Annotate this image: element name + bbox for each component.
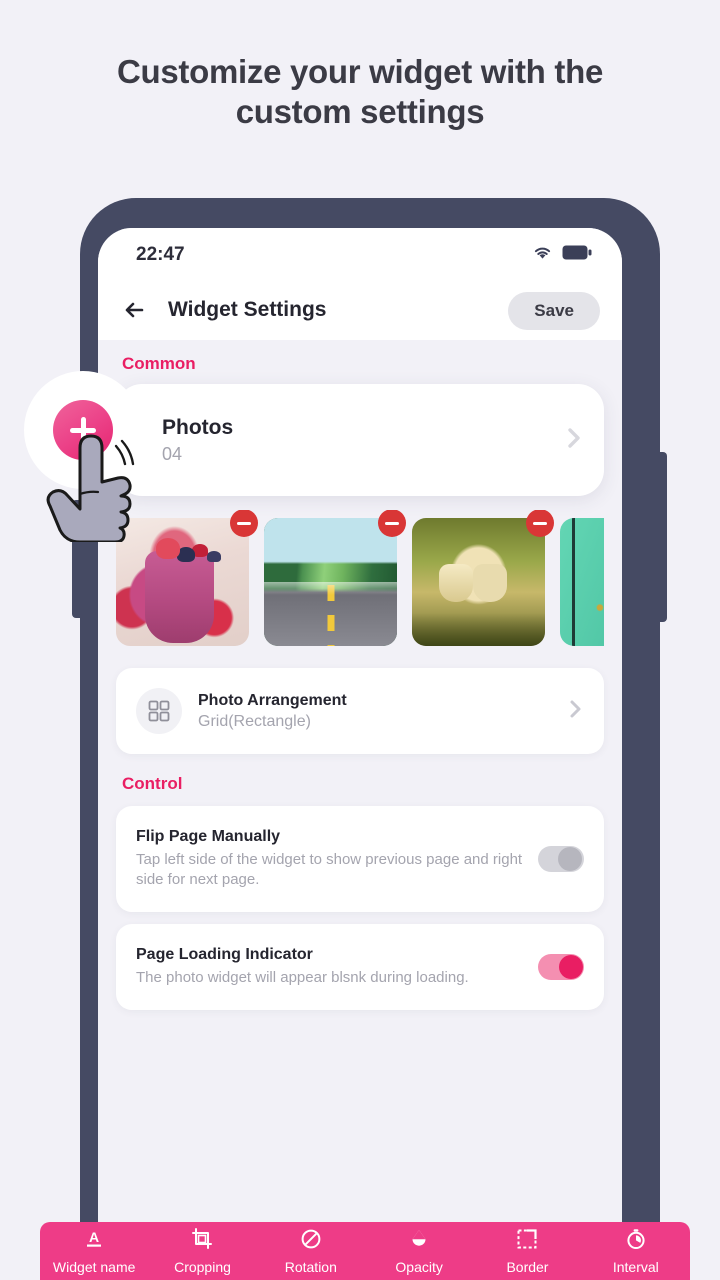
page-loading-toggle[interactable] xyxy=(538,954,584,980)
rotation-icon xyxy=(300,1228,322,1255)
photo-thumbnail[interactable] xyxy=(264,510,406,646)
arrangement-title: Photo Arrangement xyxy=(198,691,347,709)
stopwatch-icon xyxy=(625,1228,647,1255)
tab-cropping[interactable]: Cropping xyxy=(148,1222,256,1280)
photos-row[interactable]: Photos 04 xyxy=(116,384,604,496)
opacity-droplet-icon xyxy=(408,1228,430,1255)
flip-page-manually-row[interactable]: Flip Page Manually Tap left side of the … xyxy=(116,806,604,912)
bottom-tab-bar[interactable]: A Widget name Cropping Rotation Opacity … xyxy=(40,1222,690,1280)
phone-side-button-right xyxy=(658,452,667,622)
photo-thumbnail[interactable] xyxy=(560,518,604,646)
back-arrow-icon[interactable] xyxy=(120,295,150,325)
flip-page-toggle[interactable] xyxy=(538,846,584,872)
svg-text:A: A xyxy=(89,1229,99,1245)
photo-thumbnail-strip[interactable] xyxy=(116,510,604,652)
page-loading-indicator-row[interactable]: Page Loading Indicator The photo widget … xyxy=(116,924,604,1010)
wifi-icon xyxy=(532,244,553,265)
tab-label: Cropping xyxy=(174,1258,231,1275)
tab-label: Widget name xyxy=(52,1258,136,1275)
tab-label: Opacity xyxy=(395,1258,443,1275)
page-loading-description: The photo widget will appear blsnk durin… xyxy=(136,969,469,986)
page-header-title: Widget Settings xyxy=(168,298,327,321)
text-format-icon: A xyxy=(83,1228,105,1255)
arrangement-value: Grid(Rectangle) xyxy=(198,712,311,730)
pointing-hand-icon xyxy=(42,432,152,547)
save-button[interactable]: Save xyxy=(508,292,600,330)
page-loading-title: Page Loading Indicator xyxy=(136,946,313,963)
photo-arrangement-row[interactable]: Photo Arrangement Grid(Rectangle) xyxy=(116,668,604,754)
battery-icon xyxy=(562,245,592,265)
flip-page-description: Tap left side of the widget to show prev… xyxy=(136,851,523,888)
grid-icon xyxy=(136,688,182,734)
section-header-control: Control xyxy=(122,774,183,793)
tab-border[interactable]: Border xyxy=(473,1222,581,1280)
tab-opacity[interactable]: Opacity xyxy=(365,1222,473,1280)
border-icon xyxy=(516,1228,538,1255)
phone-screen: 22:47 Widget Settings Save Common Photos… xyxy=(98,228,622,1280)
flip-page-title: Flip Page Manually xyxy=(136,828,281,845)
section-header-common: Common xyxy=(122,354,196,373)
status-time: 22:47 xyxy=(136,244,185,265)
page-title: Customize your widget with the custom se… xyxy=(116,53,604,130)
remove-minus-icon[interactable] xyxy=(378,510,406,537)
tab-label: Rotation xyxy=(284,1258,337,1275)
chevron-right-icon xyxy=(566,696,584,727)
chevron-right-icon xyxy=(564,423,584,458)
tab-rotation[interactable]: Rotation xyxy=(257,1222,365,1280)
tab-label: Interval xyxy=(612,1258,659,1275)
photo-thumbnail[interactable] xyxy=(412,510,554,646)
settings-content: Common Photos 04 Photo Arrangement Grid(… xyxy=(98,354,622,1280)
status-bar: 22:47 xyxy=(98,228,622,280)
remove-minus-icon[interactable] xyxy=(230,510,258,537)
tab-widget-name[interactable]: A Widget name xyxy=(40,1222,148,1280)
tab-label: Border xyxy=(506,1258,549,1275)
crop-icon xyxy=(191,1227,213,1255)
photos-count: 04 xyxy=(162,443,183,464)
app-header: Widget Settings Save xyxy=(98,280,622,340)
remove-minus-icon[interactable] xyxy=(526,510,554,537)
tab-interval[interactable]: Interval xyxy=(582,1222,690,1280)
photos-title: Photos xyxy=(162,415,234,439)
